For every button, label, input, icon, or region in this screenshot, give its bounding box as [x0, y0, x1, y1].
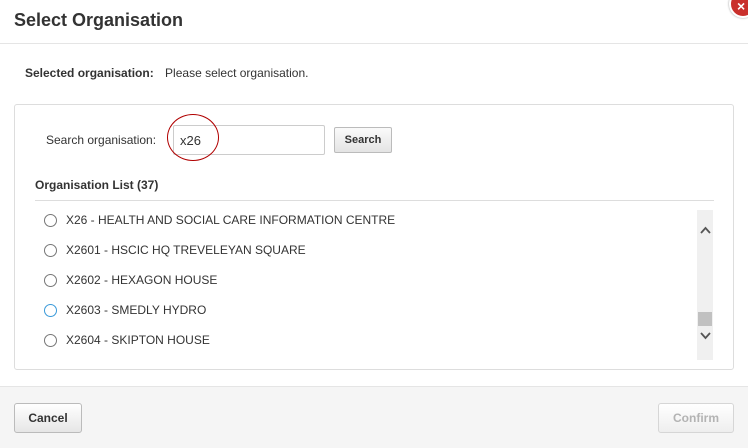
organisation-list-heading: Organisation List (37) — [35, 178, 159, 192]
cancel-button[interactable]: Cancel — [14, 403, 82, 433]
organisation-panel: Search organisation: Search Organisation… — [14, 104, 734, 370]
list-item[interactable]: X2602 - HEXAGON HOUSE — [35, 270, 217, 290]
chevron-up-icon[interactable] — [697, 222, 713, 238]
selected-organisation-label: Selected organisation: — [25, 66, 154, 80]
selected-organisation-value: Please select organisation. — [165, 66, 309, 80]
list-item[interactable]: X2603 - SMEDLY HYDRO — [35, 300, 206, 320]
radio-button[interactable] — [44, 303, 57, 317]
scroll-thumb[interactable] — [698, 312, 712, 326]
dialog-title: Select Organisation — [14, 10, 184, 30]
confirm-button[interactable]: Confirm — [658, 403, 734, 433]
list-item[interactable]: X2604 - SKIPTON HOUSE — [35, 330, 210, 350]
list-item-label: X2602 - HEXAGON HOUSE — [66, 273, 218, 287]
list-item-label: X26 - HEALTH AND SOCIAL CARE INFORMATION… — [66, 213, 396, 227]
dialog-header: Select Organisation — [0, 0, 748, 44]
list-item[interactable]: X26 - HEALTH AND SOCIAL CARE INFORMATION… — [35, 210, 395, 230]
radio-button[interactable] — [44, 213, 57, 227]
search-label: Search organisation: — [46, 133, 157, 147]
radio-button[interactable] — [44, 333, 57, 347]
search-input[interactable] — [173, 125, 325, 155]
selected-organisation-row: Selected organisation: Please select org… — [25, 66, 308, 80]
radio-button[interactable] — [44, 273, 57, 287]
chevron-down-icon[interactable] — [697, 328, 713, 344]
search-button[interactable]: Search — [334, 127, 392, 153]
select-organisation-dialog: Select Organisation × Selected organisat… — [0, 0, 748, 448]
organisation-list: X26 - HEALTH AND SOCIAL CARE INFORMATION… — [35, 210, 697, 360]
list-item-label: X2601 - HSCIC HQ TREVELEYAN SQUARE — [66, 243, 306, 257]
list-item-label: X2604 - SKIPTON HOUSE — [66, 333, 210, 347]
dialog-footer: Cancel Confirm — [0, 386, 748, 448]
list-item[interactable]: X2601 - HSCIC HQ TREVELEYAN SQUARE — [35, 240, 306, 260]
radio-button[interactable] — [44, 243, 57, 257]
list-scrollbar[interactable] — [697, 210, 713, 360]
list-item-label: X2603 - SMEDLY HYDRO — [66, 303, 207, 317]
list-divider — [35, 200, 714, 201]
